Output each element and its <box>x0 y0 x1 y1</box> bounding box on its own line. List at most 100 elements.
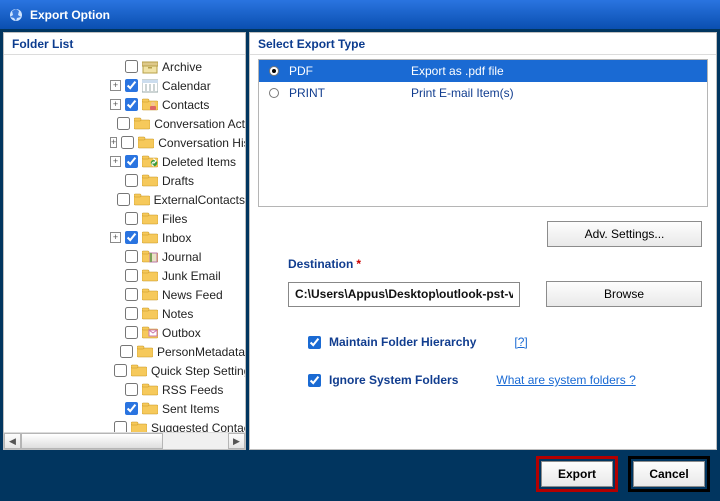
folder-tree: Archive+Calendar+Contacts Conversation Ac… <box>4 55 245 432</box>
maintain-hierarchy-row: Maintain Folder Hierarchy [?] <box>308 335 716 349</box>
inbox-icon <box>142 231 158 245</box>
folder-tree-item[interactable]: +Calendar <box>4 76 245 95</box>
folder-tree-item[interactable]: + Deleted Items <box>4 152 245 171</box>
folder-checkbox[interactable] <box>125 231 138 244</box>
tree-expander-icon[interactable]: + <box>110 80 121 91</box>
export-type-list: PDFExport as .pdf filePRINTPrint E-mail … <box>258 59 708 207</box>
folder-tree-item[interactable]: +Contacts <box>4 95 245 114</box>
scroll-right-button[interactable]: ▶ <box>228 433 245 449</box>
folder-checkbox[interactable] <box>125 402 138 415</box>
journal-icon <box>142 250 158 264</box>
app-logo-icon <box>8 7 24 23</box>
folder-tree-item[interactable]: RSS Feeds <box>4 380 245 399</box>
export-type-heading: Select Export Type <box>250 33 716 55</box>
tree-expander-icon[interactable]: + <box>110 156 121 167</box>
folder-checkbox[interactable] <box>125 155 138 168</box>
folder-checkbox[interactable] <box>117 193 130 206</box>
folder-checkbox[interactable] <box>125 307 138 320</box>
tree-expander-icon <box>110 403 121 414</box>
folder-tree-item[interactable]: Junk Email <box>4 266 245 285</box>
tree-expander-icon[interactable]: + <box>110 137 117 148</box>
scroll-thumb[interactable] <box>21 433 163 449</box>
folder-tree-item[interactable]: ExternalContacts <box>4 190 245 209</box>
ignore-system-row: Ignore System Folders What are system fo… <box>308 373 716 387</box>
folder-checkbox[interactable] <box>125 79 138 92</box>
archive-icon <box>142 60 158 74</box>
folder-tree-item[interactable]: Journal <box>4 247 245 266</box>
folder-icon <box>142 402 158 416</box>
export-button[interactable]: Export <box>541 461 613 487</box>
folder-icon <box>142 383 158 397</box>
tree-expander-icon <box>110 213 121 224</box>
folder-checkbox[interactable] <box>117 117 130 130</box>
folder-tree-item[interactable]: News Feed <box>4 285 245 304</box>
titlebar: Export Option <box>0 0 720 29</box>
folder-list-panel: Folder List Archive+Calendar+ContactsCon… <box>3 32 246 450</box>
folder-checkbox[interactable] <box>125 212 138 225</box>
browse-button[interactable]: Browse <box>546 281 702 307</box>
folder-label: Notes <box>162 307 193 321</box>
folder-checkbox[interactable] <box>125 383 138 396</box>
destination-input[interactable] <box>288 282 520 307</box>
export-type-radio[interactable] <box>269 66 279 76</box>
folder-label: Drafts <box>162 174 194 188</box>
folder-checkbox[interactable] <box>125 98 138 111</box>
folder-tree-item[interactable]: Drafts <box>4 171 245 190</box>
folder-tree-item[interactable]: Quick Step Setting <box>4 361 245 380</box>
tree-expander-icon <box>110 194 113 205</box>
scroll-left-button[interactable]: ◀ <box>4 433 21 449</box>
maintain-hierarchy-help-link[interactable]: [?] <box>514 335 527 349</box>
ignore-system-checkbox[interactable] <box>308 374 321 387</box>
folder-icon <box>142 288 158 302</box>
folder-label: PersonMetadata <box>157 345 245 359</box>
folder-tree-item[interactable]: +Inbox <box>4 228 245 247</box>
folder-tree-item[interactable]: +Conversation Hist <box>4 133 245 152</box>
folder-icon <box>142 307 158 321</box>
folder-tree-item[interactable]: PersonMetadata <box>4 342 245 361</box>
folder-checkbox[interactable] <box>125 288 138 301</box>
folder-tree-item[interactable]: Outbox <box>4 323 245 342</box>
folder-checkbox[interactable] <box>120 345 133 358</box>
folder-tree-item[interactable]: Conversation Act <box>4 114 245 133</box>
folder-label: Suggested Contac <box>151 421 245 433</box>
folder-checkbox[interactable] <box>121 136 134 149</box>
tree-expander-icon <box>110 251 121 262</box>
cancel-button[interactable]: Cancel <box>633 461 705 487</box>
advanced-settings-button[interactable]: Adv. Settings... <box>547 221 702 247</box>
folder-checkbox[interactable] <box>114 364 127 377</box>
tree-expander-icon <box>110 118 113 129</box>
folder-label: Conversation Act <box>154 117 245 131</box>
export-type-desc: Print E-mail Item(s) <box>411 86 707 100</box>
contacts-icon <box>142 98 158 112</box>
folder-checkbox[interactable] <box>125 269 138 282</box>
folder-checkbox[interactable] <box>125 60 138 73</box>
tree-expander-icon <box>110 270 121 281</box>
folder-tree-item[interactable]: Sent Items <box>4 399 245 418</box>
export-type-radio[interactable] <box>269 88 279 98</box>
tree-expander-icon[interactable]: + <box>110 232 121 243</box>
folder-tree-item[interactable]: Archive <box>4 57 245 76</box>
folder-tree-item[interactable]: Files <box>4 209 245 228</box>
folder-tree-item[interactable]: Notes <box>4 304 245 323</box>
export-options-panel: Select Export Type PDFExport as .pdf fil… <box>249 32 717 450</box>
folder-checkbox[interactable] <box>125 326 138 339</box>
horizontal-scrollbar[interactable]: ◀ ▶ <box>4 432 245 449</box>
export-type-row[interactable]: PRINTPrint E-mail Item(s) <box>259 82 707 104</box>
tree-expander-icon <box>110 327 121 338</box>
folder-checkbox[interactable] <box>125 250 138 263</box>
export-type-code: PRINT <box>289 86 411 100</box>
folder-icon <box>131 364 147 378</box>
folder-checkbox[interactable] <box>114 421 127 432</box>
system-folders-help-link[interactable]: What are system folders ? <box>496 373 635 387</box>
tree-expander-icon <box>110 61 121 72</box>
folder-label: Quick Step Setting <box>151 364 245 378</box>
folder-label: Deleted Items <box>162 155 236 169</box>
maintain-hierarchy-checkbox[interactable] <box>308 336 321 349</box>
folder-label: Journal <box>162 250 201 264</box>
folder-tree-item[interactable]: Suggested Contac <box>4 418 245 432</box>
folder-icon <box>138 136 154 150</box>
tree-expander-icon[interactable]: + <box>110 99 121 110</box>
folder-checkbox[interactable] <box>125 174 138 187</box>
export-type-row[interactable]: PDFExport as .pdf file <box>259 60 707 82</box>
folder-label: Sent Items <box>162 402 219 416</box>
